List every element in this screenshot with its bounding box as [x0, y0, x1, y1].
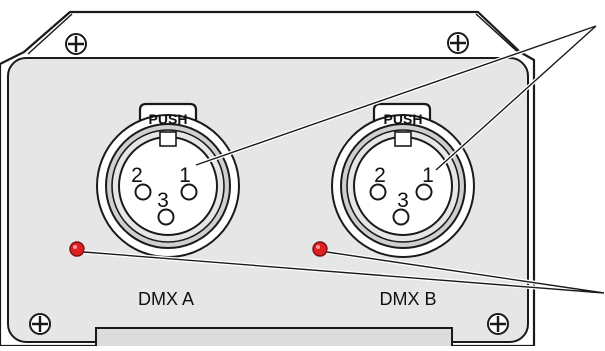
push-label-a: PUSH: [149, 111, 188, 127]
pin-label-1-a: 1: [179, 164, 191, 187]
port-label-dmx-a: DMX A: [138, 289, 194, 309]
screw-icon: [447, 32, 469, 54]
led-indicator-icon: [312, 241, 328, 257]
port-label-dmx-b: DMX B: [379, 289, 436, 309]
push-label-b: PUSH: [384, 111, 423, 127]
screw-icon: [65, 33, 87, 55]
pin-label-2-b: 2: [374, 164, 386, 187]
led-indicator-icon: [69, 241, 85, 257]
pin-label-2-a: 2: [131, 164, 143, 187]
screw-icon: [487, 313, 509, 335]
bottom-strip: [95, 327, 453, 351]
pin-label-1-b: 1: [422, 164, 434, 187]
screw-icon: [29, 313, 51, 335]
pin-label-3-b: 3: [397, 189, 409, 212]
panel-svg: PUSH 2 1 3 PUSH 2 1 3 DMX A DMX B: [0, 10, 605, 351]
device-panel-diagram: PUSH 2 1 3 PUSH 2 1 3 DMX A DMX B: [0, 0, 605, 351]
pin-label-3-a: 3: [157, 189, 169, 212]
